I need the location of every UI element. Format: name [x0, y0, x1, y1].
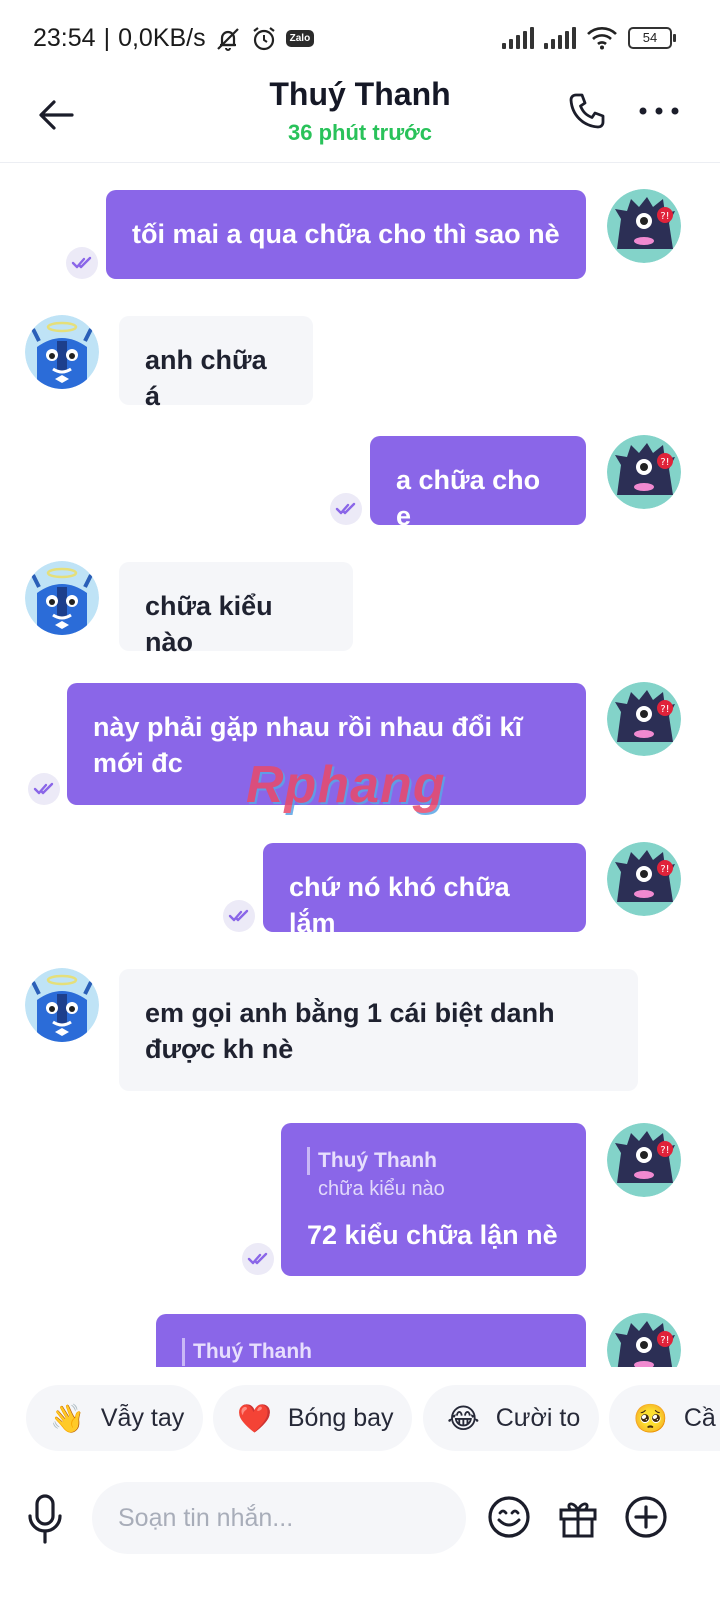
contact-avatar[interactable]: [25, 968, 99, 1042]
svg-text:?!: ?!: [660, 704, 669, 715]
message-text: chữa kiểu nào: [145, 591, 273, 657]
battery-icon: 54: [628, 27, 676, 49]
message-bubble-incoming[interactable]: chữa kiểu nào: [119, 562, 353, 657]
pleading-face-icon: 🥺: [633, 1402, 668, 1434]
message-text: em gọi anh bằng 1 cái biệt danh được kh …: [145, 998, 555, 1064]
contact-avatar[interactable]: [25, 561, 99, 635]
quick-reply-label: Bóng bay: [287, 1403, 394, 1432]
quoted-sender: Thuý Thanh: [182, 1338, 560, 1366]
phone-call-icon[interactable]: [566, 90, 608, 132]
quick-reply-label: Vẫy tay: [100, 1403, 185, 1432]
message-input[interactable]: [92, 1482, 466, 1554]
message-bubble-outgoing[interactable]: tối mai a qua chữa cho thì sao nè: [106, 190, 586, 279]
heart-icon: ❤️: [237, 1402, 272, 1434]
add-circle-icon[interactable]: [623, 1494, 669, 1540]
status-right: 54: [502, 26, 676, 50]
chat-header: Thuý Thanh 36 phút trước: [0, 76, 720, 163]
network-speed: 0,0KB/s: [118, 24, 206, 52]
message-bubble-reply[interactable]: Thuý Thanh: [156, 1314, 586, 1367]
message-text: tối mai a qua chữa cho thì sao nè: [132, 219, 560, 249]
quick-reply-plead[interactable]: 🥺 Cầ: [609, 1385, 720, 1451]
quick-reply-bar[interactable]: 👋 Vẫy tay ❤️ Bóng bay 😂 Cười to 🥺 Cầ: [0, 1385, 720, 1453]
signal-icon-1: [502, 27, 534, 49]
seen-check-icon: [330, 493, 362, 525]
svg-text:?!: ?!: [660, 1335, 669, 1346]
quick-reply-wave[interactable]: 👋 Vẫy tay: [26, 1385, 203, 1451]
watermark-logo: Rphang: [246, 756, 446, 814]
message-bubble-incoming[interactable]: anh chữa á: [119, 316, 313, 411]
message-bubble-outgoing[interactable]: chứ nó khó chữa lắm: [263, 843, 586, 938]
quick-reply-label: Cười to: [495, 1403, 581, 1432]
wave-icon: 👋: [50, 1402, 85, 1434]
message-text: 72 kiểu chữa lận nè: [307, 1220, 558, 1250]
sticker-icon[interactable]: [486, 1494, 532, 1540]
message-text: chứ nó khó chữa lắm: [289, 872, 510, 938]
svg-text:?!: ?!: [660, 211, 669, 222]
my-avatar[interactable]: ?!: [607, 842, 681, 916]
more-options-icon[interactable]: [638, 100, 680, 122]
message-bubble-incoming[interactable]: em gọi anh bằng 1 cái biệt danh được kh …: [119, 969, 638, 1091]
status-time: 23:54: [33, 24, 96, 52]
seen-check-icon: [223, 900, 255, 932]
seen-check-icon: [28, 773, 60, 805]
quoted-text: chữa kiểu nào: [318, 1178, 445, 1200]
svg-text:?!: ?!: [660, 1145, 669, 1156]
microphone-icon[interactable]: [24, 1492, 66, 1546]
gift-icon[interactable]: [555, 1494, 601, 1540]
seen-check-icon: [242, 1243, 274, 1275]
last-seen-status: 36 phút trước: [287, 120, 433, 145]
zalo-badge-icon: Zalo: [285, 30, 315, 47]
quick-reply-balloon[interactable]: ❤️ Bóng bay: [213, 1385, 412, 1451]
message-text: anh chữa á: [145, 345, 267, 411]
svg-text:?!: ?!: [660, 457, 669, 468]
svg-text:?!: ?!: [660, 864, 669, 875]
status-bar: 23:54 | 0,0KB/s Zalo 54: [0, 0, 720, 80]
wifi-icon: [587, 27, 617, 50]
quoted-sender: Thuý Thanh: [307, 1147, 560, 1175]
alarm-icon: [252, 26, 275, 50]
quick-reply-label: Cầ: [683, 1403, 716, 1432]
my-avatar[interactable]: ?!: [607, 1123, 681, 1197]
status-left: 23:54 | 0,0KB/s Zalo: [33, 24, 315, 53]
contact-avatar[interactable]: [25, 315, 99, 389]
quick-reply-laugh[interactable]: 😂 Cười to: [423, 1385, 599, 1451]
my-avatar[interactable]: ?!: [607, 189, 681, 263]
my-avatar[interactable]: ?!: [607, 1313, 681, 1367]
message-bubble-reply[interactable]: Thuý Thanh chữa kiểu nào 72 kiểu chữa lậ…: [281, 1123, 586, 1276]
contact-name[interactable]: Thuý Thanh: [0, 76, 720, 113]
laugh-icon: 😂: [447, 1402, 480, 1434]
muted-bell-icon: [216, 27, 239, 51]
signal-icon-2: [544, 27, 576, 49]
my-avatar[interactable]: ?!: [607, 682, 681, 756]
message-text: a chữa cho e: [396, 465, 541, 531]
message-composer: [0, 1470, 720, 1570]
status-separator: |: [103, 24, 111, 52]
seen-check-icon: [66, 247, 98, 279]
my-avatar[interactable]: ?!: [607, 435, 681, 509]
message-bubble-outgoing[interactable]: a chữa cho e: [370, 436, 586, 531]
